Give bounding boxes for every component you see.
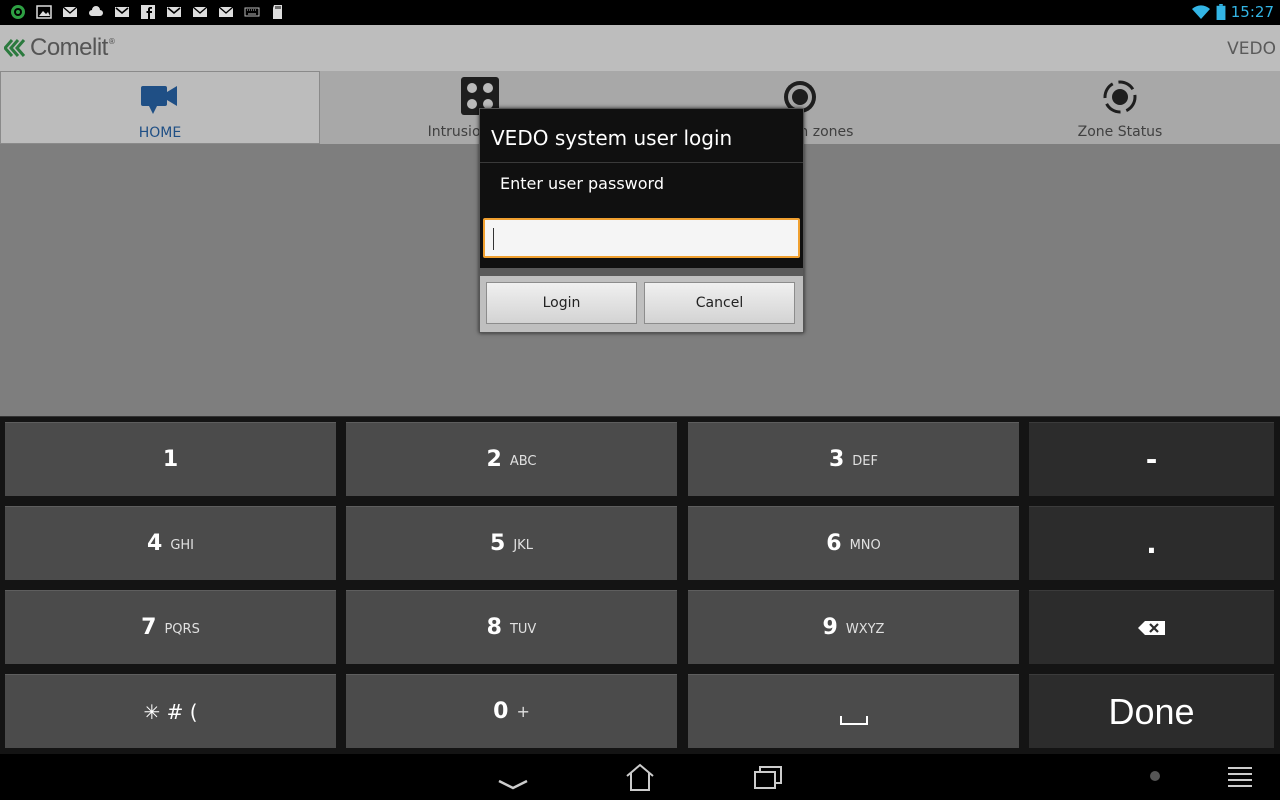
space-icon	[839, 715, 868, 725]
brand-name: Comelit	[30, 34, 108, 61]
home-icon[interactable]	[623, 762, 657, 792]
key-4-letters: GHI	[170, 537, 194, 553]
facebook-icon	[141, 5, 155, 19]
numeric-keyboard: 1 2 ABC 3 DEF - 4 GHI 5 JKL 6 MNO . 7 PQ…	[0, 416, 1280, 754]
key-0-letters: +	[516, 702, 530, 721]
dialog-title: VEDO system user login	[491, 126, 733, 150]
cloud-icon	[89, 6, 103, 16]
password-input[interactable]	[483, 218, 800, 258]
dialog-divider	[480, 162, 803, 163]
video-camera-icon	[141, 86, 177, 114]
key-7[interactable]: 7 PQRS	[5, 590, 336, 664]
comelit-logo-icon	[4, 39, 26, 57]
key-1[interactable]: 1	[5, 422, 336, 496]
keyboard-icon	[244, 7, 260, 17]
brand-registered-mark: ®	[107, 37, 116, 46]
recent-apps-icon[interactable]	[751, 762, 785, 792]
key-6-digit: 6	[826, 531, 842, 556]
navigation-bar	[0, 754, 1280, 800]
tab-zone-status-label: Zone Status	[1077, 124, 1163, 140]
mail-icon	[218, 6, 234, 17]
hide-keyboard-icon[interactable]	[496, 762, 530, 792]
backspace-icon	[1137, 620, 1165, 635]
mail-icon	[192, 6, 208, 17]
key-3-letters: DEF	[852, 453, 878, 469]
key-0-digit: 0	[493, 699, 509, 724]
key-5-digit: 5	[490, 531, 506, 556]
key-symbols-label: ✳ # (	[143, 699, 198, 724]
gmail-icon	[167, 7, 181, 17]
key-3[interactable]: 3 DEF	[688, 422, 1019, 496]
brand-logo: Comelit ®	[4, 34, 116, 61]
dialog-message: Enter user password	[500, 174, 664, 193]
status-time: 15:27	[1230, 3, 1274, 21]
key-9-letters: WXYZ	[845, 621, 885, 637]
text-caret	[493, 228, 494, 250]
sd-card-icon	[273, 5, 282, 19]
key-space[interactable]	[688, 674, 1019, 748]
key-4[interactable]: 4 GHI	[5, 506, 336, 580]
dot-icon	[1150, 771, 1160, 781]
key-7-digit: 7	[141, 615, 157, 640]
tab-home[interactable]: HOME	[0, 71, 320, 144]
key-done-label: Done	[1108, 690, 1195, 732]
tab-zone-status[interactable]: Zone Status	[960, 71, 1280, 144]
key-6-letters: MNO	[849, 537, 881, 553]
key-minus-label: -	[1145, 443, 1158, 476]
key-2-letters: ABC	[509, 453, 537, 469]
key-3-digit: 3	[828, 447, 845, 472]
key-period-label: .	[1146, 527, 1157, 560]
tab-home-label: HOME	[138, 125, 182, 141]
cancel-button[interactable]: Cancel	[644, 282, 795, 324]
key-5-letters: JKL	[513, 537, 533, 553]
app-title: VEDO	[1227, 39, 1276, 59]
zone-status-icon	[1103, 80, 1137, 114]
key-9[interactable]: 9 WXYZ	[688, 590, 1019, 664]
battery-icon	[1216, 4, 1226, 20]
key-1-digit: 1	[162, 447, 179, 472]
login-button[interactable]: Login	[486, 282, 637, 324]
key-4-digit: 4	[147, 531, 163, 556]
key-6[interactable]: 6 MNO	[688, 506, 1019, 580]
key-minus[interactable]: -	[1029, 422, 1274, 496]
key-8-letters: TUV	[509, 621, 537, 637]
key-7-letters: PQRS	[164, 621, 200, 637]
key-8[interactable]: 8 TUV	[346, 590, 677, 664]
login-dialog: VEDO system user login Enter user passwo…	[479, 108, 804, 333]
gallery-icon	[36, 5, 52, 19]
key-5[interactable]: 5 JKL	[346, 506, 677, 580]
key-2[interactable]: 2 ABC	[346, 422, 677, 496]
app-header: Comelit ® VEDO	[0, 25, 1280, 71]
app-status-icon	[11, 5, 25, 19]
key-0[interactable]: 0 +	[346, 674, 677, 748]
key-symbols[interactable]: ✳ # (	[5, 674, 336, 748]
menu-icon[interactable]	[1223, 762, 1257, 792]
key-2-digit: 2	[486, 447, 502, 472]
wifi-icon	[1192, 5, 1210, 19]
key-period[interactable]: .	[1029, 506, 1274, 580]
mail-icon	[62, 6, 78, 17]
key-9-digit: 9	[822, 615, 838, 640]
gmail-icon	[115, 7, 129, 17]
key-8-digit: 8	[486, 615, 502, 640]
status-bar: 15:27	[0, 0, 1280, 25]
dialog-button-bar: Login Cancel	[480, 268, 803, 332]
key-backspace[interactable]	[1029, 590, 1274, 664]
key-done[interactable]: Done	[1029, 674, 1274, 748]
